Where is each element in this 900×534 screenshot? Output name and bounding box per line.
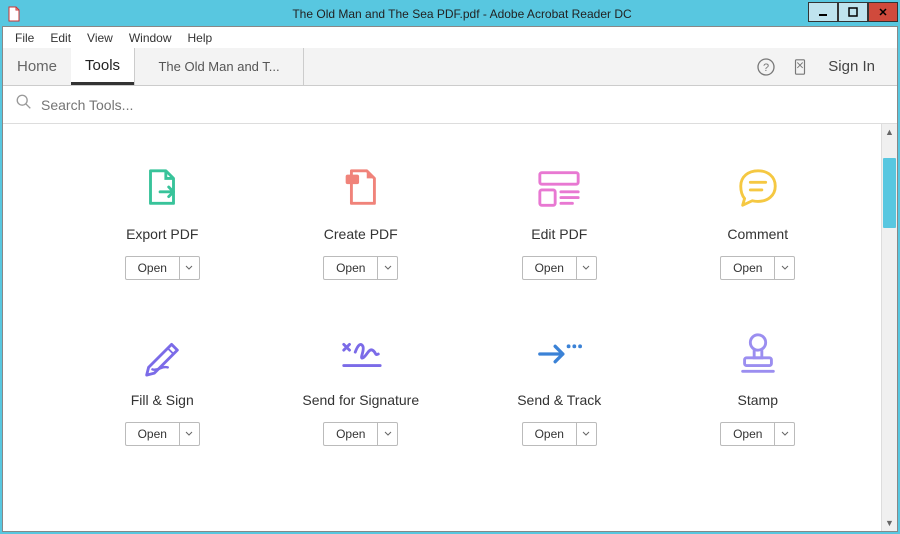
tool-label: Create PDF — [324, 226, 398, 242]
close-button[interactable] — [868, 2, 898, 22]
tab-home[interactable]: Home — [3, 48, 71, 85]
menu-file[interactable]: File — [7, 29, 42, 47]
send-track-icon — [535, 330, 583, 378]
open-dropdown[interactable] — [577, 422, 597, 446]
open-button[interactable]: Open — [323, 422, 378, 446]
open-dropdown[interactable] — [378, 422, 398, 446]
open-dropdown[interactable] — [378, 256, 398, 280]
scroll-track[interactable] — [882, 140, 897, 515]
scroll-down-button[interactable]: ▼ — [882, 515, 897, 531]
open-dropdown[interactable] — [180, 422, 200, 446]
tool-label: Send & Track — [517, 392, 601, 408]
svg-text:?: ? — [763, 62, 769, 74]
tool-send-signature: Send for Signature Open — [262, 330, 461, 446]
vertical-scrollbar[interactable]: ▲ ▼ — [881, 124, 897, 531]
maximize-button[interactable] — [838, 2, 868, 22]
open-button[interactable]: Open — [125, 422, 180, 446]
tool-label: Comment — [727, 226, 788, 242]
window-controls — [808, 2, 898, 22]
tool-comment: Comment Open — [659, 164, 858, 280]
open-dropdown[interactable] — [775, 256, 795, 280]
top-tabs-right: ? Sign In — [756, 48, 897, 85]
open-dropdown[interactable] — [180, 256, 200, 280]
app-window: The Old Man and The Sea PDF.pdf - Adobe … — [0, 0, 900, 534]
open-dropdown[interactable] — [775, 422, 795, 446]
tool-fill-sign: Fill & Sign Open — [63, 330, 262, 446]
titlebar: The Old Man and The Sea PDF.pdf - Adobe … — [2, 2, 898, 26]
tools-content: Export PDF Open Create PDF Open — [3, 124, 897, 531]
open-split: Open — [323, 256, 398, 280]
window-title: The Old Man and The Sea PDF.pdf - Adobe … — [26, 7, 898, 21]
export-pdf-icon — [138, 164, 186, 212]
tool-label: Fill & Sign — [131, 392, 194, 408]
minimize-button[interactable] — [808, 2, 838, 22]
open-button[interactable]: Open — [522, 422, 577, 446]
open-button[interactable]: Open — [323, 256, 378, 280]
menu-help[interactable]: Help — [180, 29, 221, 47]
top-tabbar: Home Tools The Old Man and T... ? Sign I… — [3, 48, 897, 86]
scroll-thumb[interactable] — [883, 158, 896, 228]
tab-tools[interactable]: Tools — [71, 48, 134, 85]
create-pdf-icon — [337, 164, 385, 212]
tool-label: Export PDF — [126, 226, 198, 242]
open-split: Open — [522, 256, 597, 280]
open-dropdown[interactable] — [577, 256, 597, 280]
mobile-icon[interactable] — [790, 57, 810, 77]
open-split: Open — [125, 422, 200, 446]
search-icon — [15, 93, 33, 116]
scroll-up-button[interactable]: ▲ — [882, 124, 897, 140]
tool-send-track: Send & Track Open — [460, 330, 659, 446]
top-tabs-left: Home Tools The Old Man and T... — [3, 48, 304, 85]
stamp-icon — [734, 330, 782, 378]
tool-stamp: Stamp Open — [659, 330, 858, 446]
open-button[interactable]: Open — [720, 422, 775, 446]
open-split: Open — [720, 256, 795, 280]
open-button[interactable]: Open — [522, 256, 577, 280]
search-input[interactable] — [41, 97, 885, 113]
tab-document[interactable]: The Old Man and T... — [134, 48, 304, 85]
open-split: Open — [125, 256, 200, 280]
menu-edit[interactable]: Edit — [42, 29, 79, 47]
menu-window[interactable]: Window — [121, 29, 180, 47]
open-button[interactable]: Open — [125, 256, 180, 280]
tool-edit-pdf: Edit PDF Open — [460, 164, 659, 280]
comment-icon — [734, 164, 782, 212]
open-split: Open — [323, 422, 398, 446]
tool-create-pdf: Create PDF Open — [262, 164, 461, 280]
open-button[interactable]: Open — [720, 256, 775, 280]
tool-export-pdf: Export PDF Open — [63, 164, 262, 280]
app-inner: File Edit View Window Help Home Tools Th… — [2, 26, 898, 532]
search-bar — [3, 86, 897, 124]
menu-view[interactable]: View — [79, 29, 121, 47]
edit-pdf-icon — [535, 164, 583, 212]
tool-label: Stamp — [738, 392, 778, 408]
app-icon — [6, 6, 22, 22]
sign-in-link[interactable]: Sign In — [824, 58, 879, 75]
open-split: Open — [522, 422, 597, 446]
tool-label: Edit PDF — [531, 226, 587, 242]
menubar: File Edit View Window Help — [3, 27, 897, 48]
open-split: Open — [720, 422, 795, 446]
help-icon[interactable]: ? — [756, 57, 776, 77]
send-signature-icon — [337, 330, 385, 378]
fill-sign-icon — [138, 330, 186, 378]
tool-label: Send for Signature — [302, 392, 419, 408]
tools-grid: Export PDF Open Create PDF Open — [3, 124, 897, 446]
